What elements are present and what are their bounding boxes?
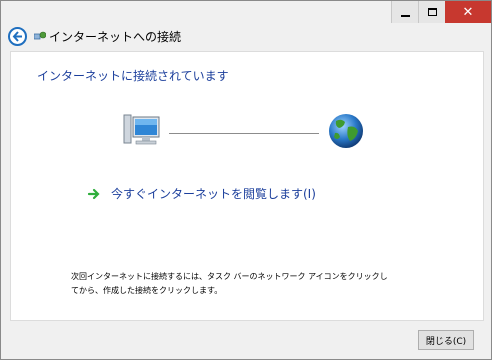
minimize-button[interactable] — [391, 1, 418, 23]
green-arrow-icon — [87, 188, 100, 199]
globe-icon — [329, 114, 363, 148]
content-panel: インターネットに接続されています 今すぐインターネットを閲覧します(I) 次回イ… — [10, 51, 484, 321]
back-button[interactable] — [8, 26, 27, 46]
close-button[interactable]: 閉じる(C) — [418, 330, 474, 350]
reconnect-instructions: 次回インターネットに接続するには、タスク バーのネットワーク アイコンをクリック… — [71, 272, 388, 295]
maximize-icon — [427, 8, 437, 16]
wizard-window: ✕ インターネットへの接続 インターネットに接続されています 今すぐインターネッ… — [0, 0, 492, 360]
status-heading: インターネットに接続されています — [37, 69, 229, 83]
browse-internet-link[interactable]: 今すぐインターネットを閲覧します(I) — [87, 185, 316, 202]
window-title: インターネットへの接続 — [49, 29, 182, 44]
browse-internet-label: 今すぐインターネットを閲覧します(I) — [111, 187, 316, 201]
back-arrow-icon — [12, 30, 22, 42]
wizard-header: インターネットへの接続 — [1, 23, 491, 49]
caption-buttons: ✕ — [391, 1, 491, 23]
maximize-button[interactable] — [418, 1, 445, 23]
computer-icon — [123, 114, 160, 145]
close-window-button[interactable]: ✕ — [445, 1, 491, 23]
connection-line — [169, 133, 319, 134]
network-connection-icon — [34, 31, 46, 40]
minimize-icon — [400, 15, 410, 17]
close-icon: ✕ — [462, 4, 474, 20]
